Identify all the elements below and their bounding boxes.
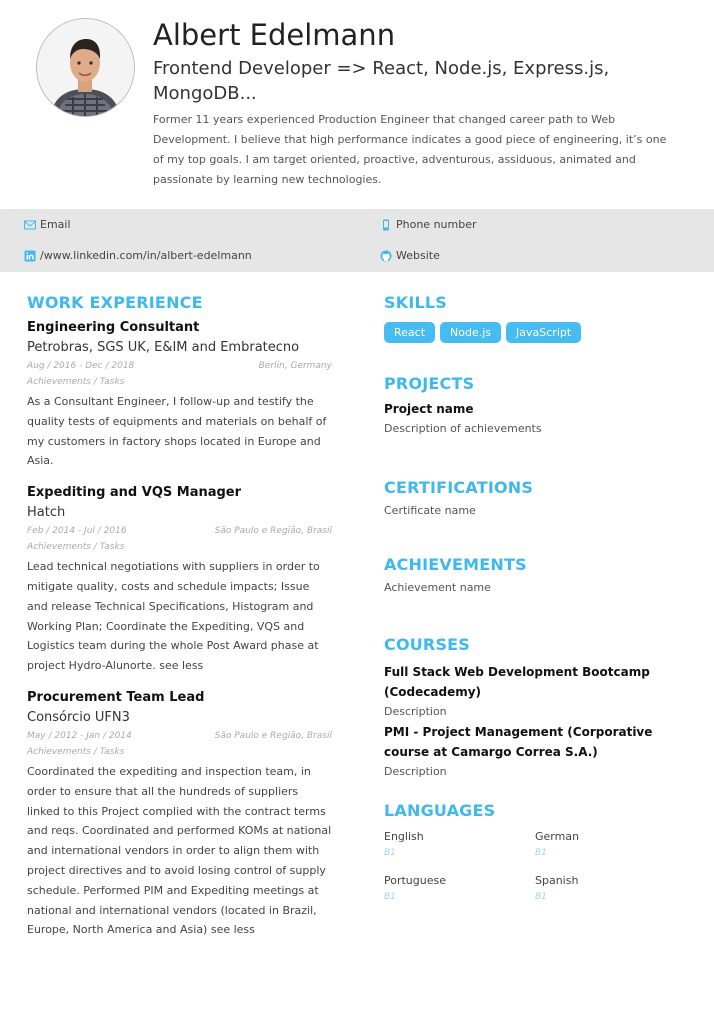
job-dates: Aug / 2016 - Dec / 2018 (27, 361, 135, 371)
course-description: Description (384, 705, 447, 718)
headline-line-1: Frontend Developer => React, Node.js, Ex… (153, 58, 610, 79)
contact-linkedin[interactable]: /www.linkedin.com/in/albert-edelmann (24, 249, 252, 262)
job-title: Procurement Team Lead (27, 689, 205, 705)
right-column: SKILLS React Node.js JavaScript PROJECTS… (384, 290, 684, 904)
contact-email[interactable]: Email (24, 218, 71, 231)
language-name: Spanish (535, 874, 579, 887)
job-location: São Paulo e Região, Brasil (214, 526, 332, 537)
contact-website-label: Website (396, 249, 440, 262)
job-meta: Aug / 2016 - Dec / 2018 Berlin, Germany (27, 358, 332, 374)
job-location: São Paulo e Região, Brasil (214, 730, 332, 741)
language-level: B1 (384, 848, 396, 858)
job-subheading: Achievements / Tasks (27, 542, 125, 553)
contact-linkedin-label: /www.linkedin.com/in/albert-edelmann (40, 249, 252, 262)
profile-name: Albert Edelmann (153, 18, 396, 52)
language-level: B1 (384, 892, 396, 902)
job-meta: May / 2012 - Jan / 2014 São Paulo e Regi… (27, 728, 332, 744)
left-column: WORK EXPERIENCE Engineering Consultant P… (27, 290, 332, 952)
job-location: Berlin, Germany (258, 361, 332, 371)
job-company: Petrobras, SGS UK, E&IM and Embratecno (27, 340, 300, 355)
work-experience-heading: WORK EXPERIENCE (27, 293, 203, 312)
job-subheading: Achievements / Tasks (27, 746, 125, 757)
project-description: Description of achievements (384, 422, 542, 435)
envelope-icon (24, 219, 36, 231)
job-company: Hatch (27, 505, 66, 521)
mobile-phone-icon (380, 219, 392, 231)
contact-phone[interactable]: Phone number (380, 218, 477, 231)
resume-header: Albert Edelmann Frontend Developer => Re… (0, 0, 714, 209)
languages-heading: LANGUAGES (384, 801, 496, 820)
skill-tag: React (384, 322, 436, 343)
language-item: English B1 (384, 828, 535, 860)
profile-photo (36, 18, 135, 117)
github-icon (380, 250, 392, 262)
job-entry: Procurement Team Lead Consórcio UFN3 May… (27, 688, 332, 940)
language-item: Spanish B1 (535, 872, 675, 904)
job-dates: Feb / 2014 - Jul / 2016 (27, 526, 127, 537)
certifications-heading: CERTIFICATIONS (384, 478, 534, 497)
courses-heading: COURSES (384, 635, 471, 654)
achievements-heading: ACHIEVEMENTS (384, 555, 527, 574)
headline-line-2: MongoDB... (153, 83, 257, 104)
certificate-name: Certificate name (384, 504, 476, 517)
language-item: German B1 (535, 828, 675, 860)
language-name: English (384, 830, 424, 843)
job-title: Expediting and VQS Manager (27, 485, 242, 501)
language-level: B1 (535, 848, 547, 858)
projects-heading: PROJECTS (384, 374, 475, 393)
skill-tag: Node.js (440, 322, 502, 343)
job-company: Consórcio UFN3 (27, 709, 130, 725)
contact-website[interactable]: Website (380, 249, 440, 262)
job-entry: Expediting and VQS Manager Hatch Feb / 2… (27, 483, 332, 676)
linkedin-icon (24, 250, 36, 262)
job-description: Lead technical negotiations with supplie… (27, 560, 320, 673)
job-description: As a Consultant Engineer, I follow-up an… (27, 395, 327, 468)
language-item: Portuguese B1 (384, 872, 535, 904)
course-description: Description (384, 765, 447, 778)
job-entry: Engineering Consultant Petrobras, SGS UK… (27, 318, 332, 471)
language-name: Portuguese (384, 874, 446, 887)
profile-photo-image (37, 19, 134, 116)
contact-band: Email Phone number /www.linkedin.com/in/… (0, 209, 714, 272)
skills-heading: SKILLS (384, 293, 447, 312)
job-dates: May / 2012 - Jan / 2014 (27, 730, 132, 741)
contact-phone-label: Phone number (396, 218, 477, 231)
course-title: Full Stack Web Development Bootcamp (Cod… (384, 665, 650, 699)
job-subheading: Achievements / Tasks (27, 377, 125, 387)
course-title: PMI - Project Management (Corporative co… (384, 725, 653, 759)
language-level: B1 (535, 892, 547, 902)
contact-email-label: Email (40, 218, 71, 231)
languages-list: English B1 German B1 Portuguese B1 Spani… (384, 828, 684, 904)
skill-tag: JavaScript (506, 322, 582, 343)
profile-summary: Former 11 years experienced Production E… (153, 113, 667, 186)
achievement-name: Achievement name (384, 581, 491, 594)
job-description: Coordinated the expediting and inspectio… (27, 764, 332, 937)
skill-tags: React Node.js JavaScript (384, 322, 684, 343)
job-meta: Feb / 2014 - Jul / 2016 São Paulo e Regi… (27, 523, 332, 539)
language-name: German (535, 830, 580, 843)
project-name: Project name (384, 402, 474, 416)
job-title: Engineering Consultant (27, 320, 200, 335)
profile-headline: Frontend Developer => React, Node.js, Ex… (153, 56, 623, 106)
